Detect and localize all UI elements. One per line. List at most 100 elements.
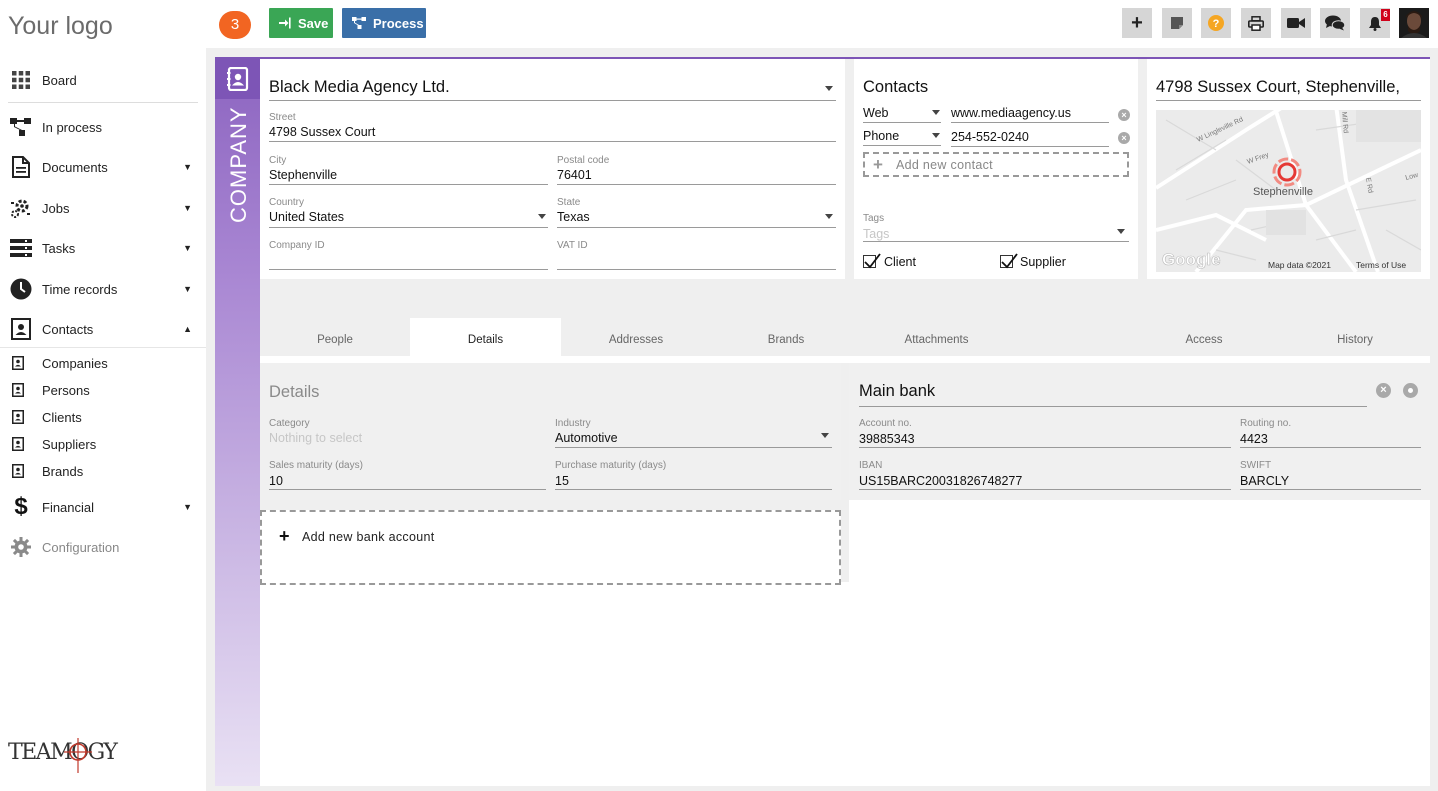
postal-code-input[interactable]: 76401 xyxy=(557,168,592,182)
map-view[interactable]: W Lingleville Rd W Frey Mill Rd E Rd Low… xyxy=(1156,110,1421,272)
company-id-underline xyxy=(269,269,548,270)
contacts-panel: Contacts Web www.mediaagency.us × Phone … xyxy=(854,59,1138,279)
sidebar-item-label: Time records xyxy=(42,281,118,297)
city-input[interactable]: Stephenville xyxy=(269,168,337,182)
sidebar-item-time-records[interactable]: Time records ▼ xyxy=(0,278,206,300)
caret-up-icon: ▲ xyxy=(183,324,192,334)
tab-attachments[interactable]: Attachments xyxy=(861,318,1012,356)
map-address-underline xyxy=(1156,100,1421,101)
details-title: Details xyxy=(269,383,320,401)
sidebar-item-contacts[interactable]: Contacts ▲ xyxy=(0,318,206,340)
contact-type-select[interactable]: Web xyxy=(863,106,888,120)
contacts-title: Contacts xyxy=(863,78,929,96)
purchase-maturity-label: Purchase maturity (days) xyxy=(555,460,667,471)
sidebar-item-label: Board xyxy=(42,72,77,88)
remove-bank-icon[interactable]: × xyxy=(1376,383,1391,398)
process-label: Process xyxy=(373,15,424,31)
sidebar-item-jobs[interactable]: Jobs ▼ xyxy=(0,198,206,218)
iban-label: IBAN xyxy=(859,460,883,471)
vat-id-label: VAT ID xyxy=(557,240,588,251)
sidebar-item-label: In process xyxy=(42,119,102,135)
clear-icon[interactable]: × xyxy=(1118,109,1130,121)
industry-select[interactable]: Automotive xyxy=(555,431,618,445)
add-contact-button[interactable]: + Add new contact xyxy=(863,152,1129,177)
sidebar-item-documents[interactable]: Documents ▼ xyxy=(0,156,206,178)
sidebar-item-label: Jobs xyxy=(42,200,70,216)
avatar[interactable] xyxy=(1399,8,1429,38)
tab-addresses[interactable]: Addresses xyxy=(561,318,711,356)
svg-text:?: ? xyxy=(1213,18,1220,30)
purchase-maturity-underline xyxy=(555,489,832,490)
document-icon xyxy=(10,156,32,178)
address-book-icon xyxy=(226,67,248,91)
add-bank-account-button[interactable]: + Add new bank account xyxy=(260,510,841,585)
save-arrow-icon xyxy=(279,17,291,29)
company-name[interactable]: Black Media Agency Ltd. xyxy=(269,78,450,97)
dollar-icon: $ xyxy=(14,493,28,520)
street-input[interactable]: 4798 Sussex Court xyxy=(269,125,375,139)
state-underline xyxy=(557,227,836,228)
tab-people[interactable]: People xyxy=(260,318,410,356)
routing-no-input[interactable]: 4423 xyxy=(1240,432,1268,446)
sidebar-item-tasks[interactable]: Tasks ▼ xyxy=(0,238,206,258)
save-button[interactable]: Save xyxy=(269,8,333,38)
note-button[interactable] xyxy=(1162,8,1192,38)
contact-card-icon xyxy=(12,437,26,451)
tab-brands[interactable]: Brands xyxy=(711,318,861,356)
category-select[interactable]: Nothing to select xyxy=(269,431,362,445)
bank-title[interactable]: Main bank xyxy=(859,382,935,401)
client-checkbox[interactable] xyxy=(863,253,881,269)
country-underline xyxy=(269,227,548,228)
caret-down-icon xyxy=(825,86,833,91)
swift-label: SWIFT xyxy=(1240,460,1272,471)
divider xyxy=(8,102,198,103)
contact-value-input[interactable]: 254-552-0240 xyxy=(951,130,1029,144)
process-button[interactable]: Process xyxy=(342,8,426,38)
print-button[interactable] xyxy=(1241,8,1271,38)
add-contact-label: Add new contact xyxy=(896,158,993,172)
sidebar-item-configuration[interactable]: Configuration xyxy=(0,537,206,557)
contact-type-underline xyxy=(863,122,941,123)
video-call-button[interactable] xyxy=(1281,8,1311,38)
account-no-input[interactable]: 39885343 xyxy=(859,432,915,446)
iban-input[interactable]: US15BARC20031826748277 xyxy=(859,474,1022,488)
tab-details[interactable]: Details xyxy=(410,318,561,356)
map-terms-link[interactable]: Terms of Use xyxy=(1356,260,1406,270)
sidebar-subitem-suppliers[interactable]: Suppliers xyxy=(0,437,206,453)
sidebar-subitem-brands[interactable]: Brands xyxy=(0,464,206,480)
brand-logo: TEAMOGY xyxy=(8,735,128,781)
contact-card-icon xyxy=(12,464,26,478)
client-checkbox-label: Client xyxy=(884,255,916,269)
chat-button[interactable] xyxy=(1320,8,1350,38)
contact-type-select[interactable]: Phone xyxy=(863,129,899,143)
supplier-checkbox[interactable] xyxy=(1000,253,1018,269)
vat-id-underline xyxy=(557,269,836,270)
purchase-maturity-input[interactable]: 15 xyxy=(555,474,569,488)
app-logo[interactable]: Your logo xyxy=(8,12,113,41)
contact-value-input[interactable]: www.mediaagency.us xyxy=(951,106,1071,120)
sidebar-item-financial[interactable]: $ Financial ▼ xyxy=(0,493,206,520)
radio-dot-icon xyxy=(1408,388,1413,393)
city-underline xyxy=(269,184,548,185)
sidebar-item-board[interactable]: Board xyxy=(0,70,206,90)
contacts-icon xyxy=(10,318,32,340)
sidebar-subitem-companies[interactable]: Companies xyxy=(0,356,206,372)
tab-access[interactable]: Access xyxy=(1129,318,1279,356)
tab-history[interactable]: History xyxy=(1280,318,1430,356)
add-button[interactable]: + xyxy=(1122,8,1152,38)
swift-input[interactable]: BARCLY xyxy=(1240,474,1289,488)
sidebar-item-in-process[interactable]: In process xyxy=(0,117,206,137)
process-icon xyxy=(10,116,32,138)
sales-maturity-input[interactable]: 10 xyxy=(269,474,283,488)
tab-content-top xyxy=(260,356,1430,363)
state-select[interactable]: Texas xyxy=(557,210,590,224)
street-underline xyxy=(269,141,836,142)
sidebar-subitem-clients[interactable]: Clients xyxy=(0,410,206,426)
tags-select[interactable]: Tags xyxy=(863,227,889,241)
clear-icon[interactable]: × xyxy=(1118,132,1130,144)
help-button[interactable]: ? xyxy=(1201,8,1231,38)
caret-down-icon xyxy=(825,214,833,219)
sidebar-subitem-persons[interactable]: Persons xyxy=(0,383,206,399)
country-select[interactable]: United States xyxy=(269,210,344,224)
bank-default-radio[interactable] xyxy=(1403,383,1418,398)
